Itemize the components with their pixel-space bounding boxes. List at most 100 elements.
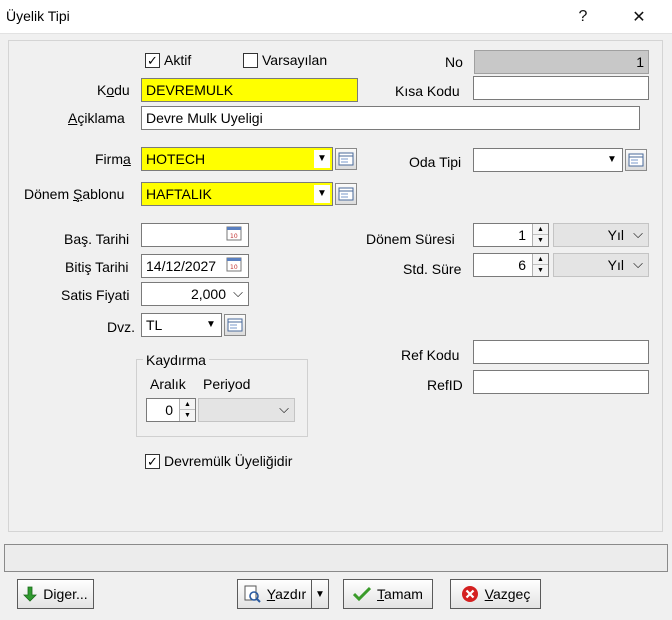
close-button[interactable]: ✕ (616, 0, 662, 34)
yazdir-dropdown-button[interactable]: ▼ (311, 579, 329, 609)
dropdown-glyph: ▼ (607, 154, 617, 165)
oda-tipi-lookup-button[interactable] (625, 149, 647, 171)
spin-buttons[interactable]: ▲ ▼ (532, 224, 548, 246)
check-icon: ✓ (147, 454, 158, 469)
kodu-label-b: o (106, 82, 115, 98)
aralik-value: 0 (165, 402, 173, 418)
diger-button[interactable]: Diger... (17, 579, 94, 609)
varsayilan-checkbox[interactable] (243, 53, 258, 68)
firma-label-a: Firm (95, 151, 123, 167)
tamam-button[interactable]: Tamam (343, 579, 433, 609)
no-label: No (445, 54, 463, 70)
aciklama-label-a: A (68, 110, 78, 126)
donem-suresi-value: 1 (518, 227, 526, 243)
bas-tarihi-input[interactable]: 10 (141, 223, 249, 247)
dropdown-arrow-icon: ▼ (315, 588, 325, 600)
aralik-spinner[interactable]: 0 ▲ ▼ (146, 398, 196, 422)
donem-sablonu-label: Dönem Şablonu (24, 186, 124, 202)
donem-sablonu-value: HAFTALIK (146, 186, 212, 202)
help-button[interactable]: ? (560, 0, 606, 34)
dropdown-arrow-icon[interactable]: ▼ (604, 151, 620, 169)
oda-tipi-select[interactable]: ▼ (473, 148, 623, 172)
ref-id-input[interactable] (473, 370, 649, 394)
chevron-down-icon: ⌵ (279, 401, 289, 416)
vazgec-label-b: azgeç (492, 586, 531, 602)
firma-select[interactable]: HOTECH ▼ (141, 147, 333, 171)
dropdown-arrow-icon[interactable]: ▼ (203, 316, 219, 334)
kaydirma-title: Kaydırma (143, 352, 209, 368)
spin-buttons[interactable]: ▲ ▼ (532, 254, 548, 276)
kodu-input[interactable]: DEVREMULK (141, 78, 358, 102)
spin-down-icon[interactable]: ▼ (180, 410, 195, 421)
spin-down-icon[interactable]: ▼ (533, 265, 548, 276)
calendar-icon[interactable]: 10 (226, 256, 244, 274)
satis-fiyati-label: Satis Fiyati (61, 287, 130, 303)
yazdir-button[interactable]: Yazdır (237, 579, 312, 609)
chevron-glyph: ⌵ (233, 285, 243, 300)
dvz-select[interactable]: TL ▼ (141, 313, 222, 337)
donem-sablonu-select[interactable]: HAFTALIK ▼ (141, 182, 333, 206)
spin-up-icon[interactable]: ▲ (533, 254, 548, 265)
tamam-label: Tamam (377, 586, 423, 602)
aktif-checkbox[interactable]: ✓ (145, 53, 160, 68)
dvz-value: TL (146, 317, 163, 333)
donem-sablonu-label-c: ablonu (82, 186, 125, 202)
varsayilan-label: Varsayılan (262, 52, 328, 68)
oda-tipi-label: Oda Tipi (409, 154, 462, 170)
std-sure-unit-value: Yıl (607, 257, 624, 273)
dropdown-arrow-icon[interactable]: ▼ (314, 150, 330, 168)
tamam-label-b: amam (384, 586, 423, 602)
status-bar (4, 544, 668, 572)
chevron-down-icon: ⌵ (633, 226, 643, 241)
std-sure-spinner[interactable]: 6 ▲ ▼ (473, 253, 549, 277)
devremulk-checkbox[interactable]: ✓ (145, 454, 160, 469)
vazgec-button[interactable]: Vazgeç (450, 579, 541, 609)
spin-up-icon[interactable]: ▲ (533, 224, 548, 235)
lookup-icon (227, 318, 243, 332)
ref-kodu-label: Ref Kodu (401, 347, 460, 363)
satis-fiyati-input[interactable]: 2,000 ⌵ (141, 282, 249, 306)
ref-kodu-input[interactable] (473, 340, 649, 364)
donem-suresi-spinner[interactable]: 1 ▲ ▼ (473, 223, 549, 247)
tamam-label-a: T (377, 586, 385, 602)
svg-text:10: 10 (230, 264, 238, 271)
svg-text:10: 10 (230, 233, 238, 240)
spin-down-icon[interactable]: ▼ (533, 235, 548, 246)
donem-suresi-unit-value: Yıl (607, 227, 624, 243)
kisa-kodu-input[interactable] (473, 76, 649, 100)
kisa-kodu-label: Kısa Kodu (395, 83, 460, 99)
periyod-select[interactable]: ⌵ (198, 398, 295, 422)
aciklama-label-b: çiklama (77, 110, 125, 126)
std-sure-value: 6 (518, 257, 526, 273)
bitis-tarihi-value: 14/12/2027 (146, 258, 217, 274)
firma-lookup-button[interactable] (335, 148, 357, 170)
lookup-icon (338, 152, 354, 166)
bitis-tarihi-label: Bitiş Tarihi (65, 259, 129, 275)
diger-label: Diger... (43, 586, 87, 602)
devremulk-label: Devremülk Üyeliğidir (164, 453, 293, 469)
dvz-lookup-button[interactable] (224, 314, 246, 336)
donem-suresi-unit-select[interactable]: Yıl ⌵ (553, 223, 649, 247)
check-icon: ✓ (147, 53, 158, 68)
calendar-icon[interactable]: 10 (226, 225, 244, 243)
title-bar: Üyelik Tipi ? ✕ (0, 0, 672, 34)
lookup-icon (628, 153, 644, 167)
dvz-label: Dvz. (107, 319, 135, 335)
window-title: Üyelik Tipi (6, 8, 70, 24)
ref-id-label: RefID (427, 377, 463, 393)
chevron-down-icon[interactable]: ⌵ (230, 283, 246, 303)
donem-sablonu-lookup-button[interactable] (335, 183, 357, 205)
firma-value: HOTECH (146, 151, 206, 167)
bitis-tarihi-input[interactable]: 14/12/2027 10 (141, 254, 249, 278)
diger-label-a: Di (43, 586, 57, 602)
std-sure-unit-select[interactable]: Yıl ⌵ (553, 253, 649, 277)
dropdown-arrow-icon[interactable]: ▼ (314, 185, 330, 203)
std-sure-label: Std. Süre (403, 261, 462, 277)
spin-up-icon[interactable]: ▲ (180, 399, 195, 410)
kodu-label: Kodu (97, 82, 130, 98)
checkmark-icon (353, 586, 372, 602)
yazdir-label-b: azdır (275, 586, 307, 602)
help-label: ? (578, 8, 588, 25)
aciklama-input[interactable]: Devre Mulk Uyeligi (141, 106, 640, 130)
spin-buttons[interactable]: ▲ ▼ (179, 399, 195, 421)
